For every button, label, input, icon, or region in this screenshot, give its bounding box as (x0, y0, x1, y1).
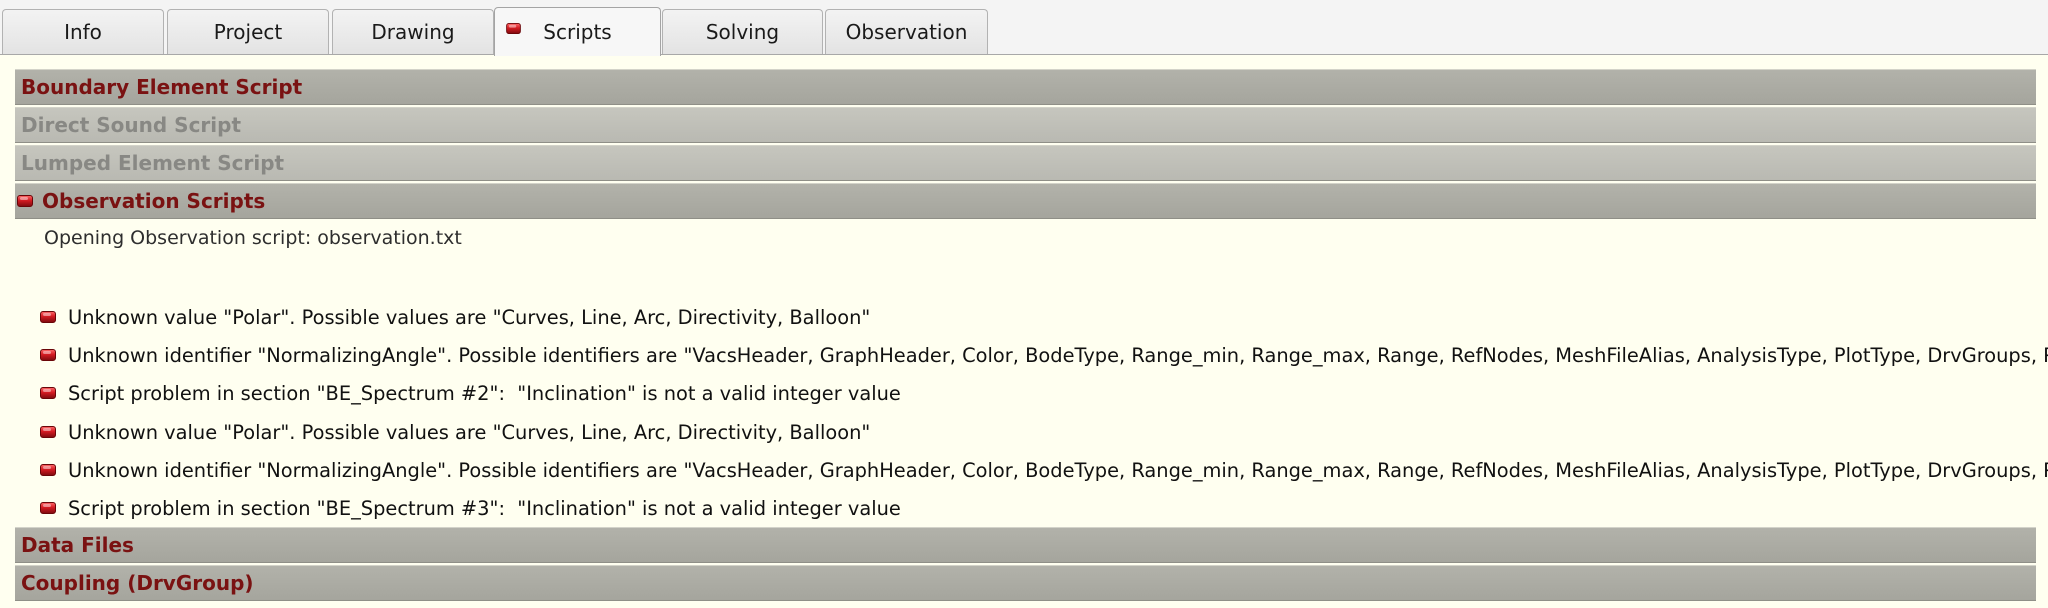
error-list-item: Script problem in section "BE_Spectrum #… (40, 489, 2048, 527)
tab-info[interactable]: Info (2, 9, 164, 54)
error-led-icon (40, 464, 56, 476)
error-led-icon (40, 387, 56, 399)
section-title: Coupling (DrvGroup) (21, 571, 254, 595)
tab-drawing-label: Drawing (371, 20, 455, 44)
error-list-item: Script problem in section "BE_Spectrum #… (40, 374, 2048, 412)
error-led-icon (40, 502, 56, 514)
error-list-item: Unknown identifier "NormalizingAngle". P… (40, 336, 2048, 374)
section-title: Observation Scripts (42, 189, 266, 213)
error-list-item: Unknown value "Polar". Possible values a… (40, 298, 2048, 336)
tab-observation[interactable]: Observation (825, 9, 988, 54)
section-observation-scripts[interactable]: Observation Scripts (15, 183, 2036, 219)
tab-project[interactable]: Project (167, 9, 329, 54)
error-message: Unknown value "Polar". Possible values a… (68, 420, 871, 444)
section-boundary-element-script[interactable]: Boundary Element Script (15, 69, 2036, 105)
section-title: Boundary Element Script (21, 75, 303, 99)
section-data-files[interactable]: Data Files (15, 527, 2036, 563)
error-led-icon (40, 349, 56, 361)
error-led-icon (506, 23, 521, 34)
error-led-icon (40, 426, 56, 438)
section-coupling-drvgroup[interactable]: Coupling (DrvGroup) (15, 565, 2036, 601)
scripts-panel: Boundary Element Script Direct Sound Scr… (0, 55, 2048, 608)
tab-info-label: Info (64, 20, 102, 44)
error-message: Script problem in section "BE_Spectrum #… (68, 496, 901, 520)
section-title: Direct Sound Script (21, 113, 242, 137)
error-message: Script problem in section "BE_Spectrum #… (68, 381, 901, 405)
tab-project-label: Project (213, 20, 283, 44)
tab-solving[interactable]: Solving (662, 9, 823, 54)
error-message: Unknown value "Polar". Possible values a… (68, 305, 871, 329)
error-list-item: Unknown value "Polar". Possible values a… (40, 413, 2048, 451)
tab-solving-label: Solving (705, 20, 780, 44)
error-led-icon (17, 195, 33, 207)
tab-bar: Info Project Drawing Scripts Solving Obs… (0, 0, 2048, 56)
error-message: Unknown identifier "NormalizingAngle". P… (68, 343, 2048, 367)
section-title: Data Files (21, 533, 134, 557)
tab-observation-label: Observation (845, 20, 968, 44)
error-message: Unknown identifier "NormalizingAngle". P… (68, 458, 2048, 482)
section-title: Lumped Element Script (21, 151, 285, 175)
section-lumped-element-script[interactable]: Lumped Element Script (15, 145, 2036, 181)
tab-drawing[interactable]: Drawing (332, 9, 494, 54)
section-direct-sound-script[interactable]: Direct Sound Script (15, 107, 2036, 143)
tab-scripts-label: Scripts (543, 20, 612, 44)
tab-scripts[interactable]: Scripts (494, 7, 661, 56)
error-led-icon (40, 311, 56, 323)
error-list-item: Unknown identifier "NormalizingAngle". P… (40, 451, 2048, 489)
observation-log-message: Opening Observation script: observation.… (44, 227, 462, 249)
